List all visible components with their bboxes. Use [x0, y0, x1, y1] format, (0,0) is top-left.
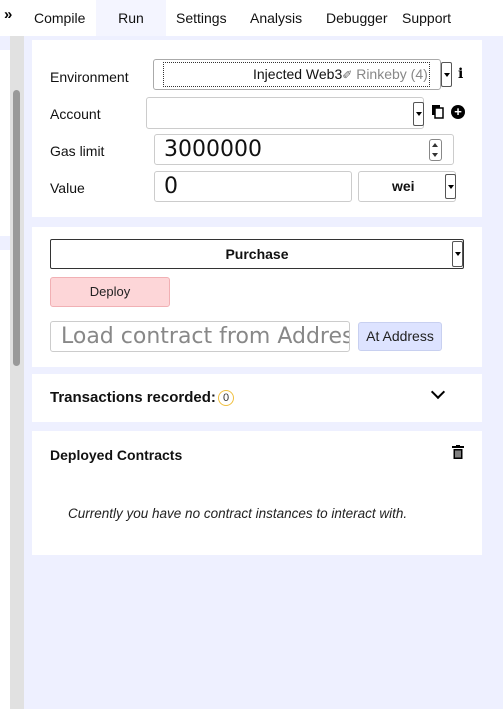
contract-dropdown-arrow[interactable] — [452, 241, 463, 267]
tab-support[interactable]: Support — [392, 0, 461, 36]
chevron-down-icon[interactable] — [430, 384, 446, 400]
tab-compile[interactable]: Compile — [24, 0, 96, 36]
account-select[interactable] — [146, 97, 424, 129]
info-icon[interactable]: i — [458, 66, 463, 82]
gas-limit-label: Gas limit — [50, 143, 105, 159]
contract-card: Purchase Deploy Load contract from Addre… — [32, 227, 482, 367]
settings-card: Environment Injected Web3✐ Rinkeby (4) i… — [32, 40, 482, 217]
environment-network: Rinkeby (4) — [356, 66, 428, 82]
value-label: Value — [50, 180, 85, 196]
strip-marker — [0, 36, 10, 50]
environment-label: Environment — [50, 69, 129, 85]
tab-bar: Compile Run Settings Analysis Debugger S… — [24, 0, 503, 36]
gas-limit-input[interactable]: 3000000 — [154, 134, 454, 165]
transactions-count-badge: 0 — [218, 390, 234, 406]
contract-address-input[interactable]: Load contract from Address — [50, 321, 350, 352]
account-dropdown-arrow[interactable] — [413, 102, 424, 126]
trash-icon[interactable] — [452, 445, 464, 459]
copy-icon[interactable] — [432, 105, 444, 119]
environment-value[interactable]: Injected Web3✐ Rinkeby (4) — [163, 62, 430, 87]
tab-settings[interactable]: Settings — [166, 0, 240, 36]
left-strip: » — [0, 0, 24, 709]
deployed-contracts-card: Deployed Contracts Currently you have no… — [32, 431, 482, 555]
gas-limit-stepper[interactable] — [429, 139, 442, 161]
deploy-button[interactable]: Deploy — [50, 277, 170, 307]
transactions-recorded-label: Transactions recorded: — [50, 389, 216, 406]
environment-dropdown-arrow[interactable] — [441, 62, 452, 87]
strip-marker — [0, 236, 10, 250]
tab-debugger[interactable]: Debugger — [316, 0, 392, 36]
run-panel: Environment Injected Web3✐ Rinkeby (4) i… — [24, 36, 503, 709]
account-label: Account — [50, 106, 101, 122]
no-instances-message: Currently you have no contract instances… — [68, 506, 408, 521]
contract-select[interactable]: Purchase — [50, 239, 464, 269]
transactions-card[interactable]: Transactions recorded: 0 — [32, 374, 482, 422]
tab-analysis[interactable]: Analysis — [240, 0, 316, 36]
double-chevron-right-icon[interactable]: » — [4, 6, 12, 23]
value-input[interactable]: 0 — [154, 171, 352, 202]
deployed-contracts-title: Deployed Contracts — [50, 447, 183, 463]
unit-dropdown-arrow[interactable] — [445, 174, 456, 199]
at-address-button[interactable]: At Address — [358, 322, 442, 351]
value-unit-select[interactable]: wei — [358, 171, 456, 202]
tab-run[interactable]: Run — [96, 0, 166, 36]
environment-name: Injected Web3 — [253, 66, 343, 82]
scrollbar-thumb[interactable] — [13, 90, 20, 366]
plug-icon: ✐ — [342, 68, 353, 82]
add-account-icon[interactable]: + — [451, 105, 465, 119]
stepper-down-icon[interactable] — [432, 153, 438, 157]
stepper-up-icon[interactable] — [432, 143, 438, 147]
